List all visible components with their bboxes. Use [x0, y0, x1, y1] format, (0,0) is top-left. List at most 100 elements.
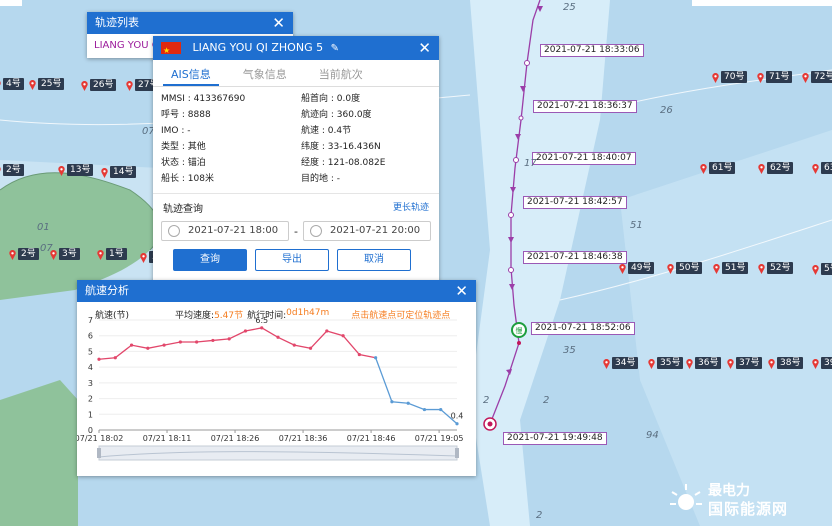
speed-point[interactable] — [357, 352, 361, 357]
anchor-marker[interactable]: 25号 — [29, 77, 65, 91]
speed-point[interactable] — [455, 422, 459, 426]
anchor-marker[interactable]: 37号 — [727, 356, 763, 370]
end-time-input[interactable]: . 2021-07-21 20:00 — [302, 221, 431, 241]
ais-field-key: 纬度 — [301, 142, 320, 152]
anchor-marker-label: 38号 — [777, 357, 804, 369]
speed-point[interactable] — [341, 334, 345, 338]
range-handle-right[interactable] — [455, 448, 459, 458]
ais-field-key: 经度 — [301, 158, 320, 168]
anchor-marker-label: 25号 — [38, 78, 65, 90]
ais-field-separator: : — [319, 142, 328, 152]
action-buttons: 查询 导出 取消 — [153, 241, 439, 271]
speed-point[interactable] — [325, 329, 329, 333]
edit-icon[interactable]: ✎ — [331, 43, 339, 54]
speed-point[interactable] — [243, 329, 248, 333]
query-button[interactable]: 查询 — [173, 249, 247, 271]
anchor-marker[interactable]: 13号 — [58, 163, 94, 177]
speed-point[interactable] — [211, 338, 215, 343]
map-pin-icon — [812, 163, 819, 174]
tab-weather-info[interactable]: 气象信息 — [235, 60, 295, 86]
range-handle-left[interactable] — [97, 448, 101, 458]
speed-point[interactable] — [422, 407, 427, 412]
anchor-marker-label: 35号 — [657, 357, 684, 369]
track-point-timestamp[interactable]: 2021-07-21 18:42:57 — [523, 196, 627, 209]
anchor-marker[interactable]: 70号 — [712, 70, 748, 84]
anchor-marker-label: 36号 — [695, 357, 722, 369]
anchor-marker[interactable]: 71号 — [757, 70, 793, 84]
anchor-marker[interactable]: 62号 — [758, 161, 794, 175]
speed-point[interactable] — [195, 340, 199, 344]
track-point-timestamp[interactable]: 2021-07-21 18:46:38 — [523, 251, 627, 264]
track-point-timestamp[interactable]: 2021-07-21 18:52:06 — [531, 322, 635, 335]
depth-sounding: 01 — [37, 222, 50, 233]
anchor-marker[interactable]: 14号 — [101, 165, 137, 179]
cancel-button[interactable]: 取消 — [337, 249, 411, 271]
speed-point[interactable] — [227, 337, 231, 341]
speed-chart[interactable]: 0123456707/21 18:02 07/21 18:11 07/21 18:2… — [77, 314, 476, 476]
speed-point[interactable] — [178, 340, 182, 344]
anchor-marker[interactable]: 51号 — [713, 261, 749, 275]
speed-point[interactable] — [97, 357, 101, 361]
anchor-marker[interactable]: 4号 — [0, 77, 24, 91]
ais-field-value: 其他 — [187, 142, 206, 152]
anchor-marker[interactable]: 2号 — [0, 163, 24, 177]
ais-field-key: IMO — [161, 126, 179, 136]
anchor-marker[interactable]: 61号 — [700, 161, 736, 175]
speed-point[interactable] — [406, 401, 410, 405]
map-pin-icon — [758, 263, 765, 274]
track-point-timestamp[interactable]: 2021-07-21 18:33:06 — [540, 44, 644, 57]
ais-field-separator: : — [328, 94, 337, 104]
depth-sounding: 07 — [40, 243, 53, 254]
ais-field-key: 船长 — [161, 174, 180, 184]
anchor-marker[interactable]: 36号 — [686, 356, 722, 370]
depth-sounding: 2 — [536, 510, 543, 521]
depth-sounding: 25 — [563, 2, 576, 13]
anchor-marker[interactable]: 38号 — [768, 356, 804, 370]
speed-point[interactable] — [439, 407, 443, 412]
speed-point[interactable] — [292, 343, 296, 347]
ais-field-value: 锚泊 — [187, 158, 206, 168]
close-icon[interactable]: ✕ — [272, 12, 285, 34]
speed-point[interactable] — [113, 356, 117, 360]
date-separator: - — [294, 224, 298, 238]
depth-sounding: 35 — [563, 345, 576, 356]
start-time-input[interactable]: . 2021-07-21 18:00 — [161, 221, 289, 241]
y-tick-label: 7 — [88, 316, 93, 325]
anchor-marker[interactable]: 26号 — [81, 78, 117, 92]
anchor-marker[interactable]: 35号 — [648, 356, 684, 370]
export-button[interactable]: 导出 — [255, 249, 329, 271]
speed-point[interactable] — [260, 326, 264, 330]
speed-point[interactable] — [308, 346, 313, 350]
speed-point[interactable] — [129, 343, 134, 347]
anchor-marker[interactable]: 34号 — [603, 356, 639, 370]
ais-field-separator: : — [328, 110, 337, 120]
track-point-timestamp[interactable]: 2021-07-21 19:49:48 — [503, 432, 607, 445]
close-icon[interactable]: ✕ — [455, 280, 468, 302]
longer-track-link[interactable]: 更长轨迹 — [393, 200, 429, 215]
anchor-marker[interactable]: 39号 — [812, 356, 832, 370]
close-icon[interactable]: ✕ — [418, 36, 431, 60]
tab-ais-info[interactable]: AIS信息 — [163, 60, 219, 86]
track-query-label: 轨迹查询 — [163, 204, 203, 215]
anchor-marker[interactable]: 72号 — [802, 70, 832, 84]
speed-point[interactable] — [390, 400, 394, 404]
ais-field-value: 413367690 — [193, 94, 246, 104]
anchor-marker[interactable]: 2号 — [9, 247, 39, 261]
date-range: . 2021-07-21 18:00 - . 2021-07-21 20:00 — [153, 215, 439, 241]
speed-point[interactable] — [162, 343, 166, 347]
tab-current-voyage[interactable]: 当前航次 — [311, 60, 371, 86]
speed-point[interactable] — [374, 356, 378, 360]
speed-point[interactable] — [276, 335, 280, 339]
track-point-timestamp[interactable]: 2021-07-21 18:36:37 — [533, 100, 637, 113]
anchor-marker[interactable]: 5号 — [812, 262, 832, 276]
ship-status-badge: 慢 — [516, 326, 523, 335]
track-point-timestamp[interactable]: 2021-07-21 18:40:07 — [532, 152, 636, 165]
anchor-marker[interactable]: 3号 — [50, 247, 80, 261]
ais-field-separator: : — [179, 158, 188, 168]
anchor-marker[interactable]: 1号 — [97, 247, 127, 261]
anchor-marker[interactable]: 50号 — [667, 261, 703, 275]
anchor-marker[interactable]: 63号 — [812, 161, 832, 175]
anchor-marker[interactable]: 52号 — [758, 261, 794, 275]
speed-point[interactable] — [146, 346, 150, 350]
map-pin-icon — [0, 80, 1, 89]
